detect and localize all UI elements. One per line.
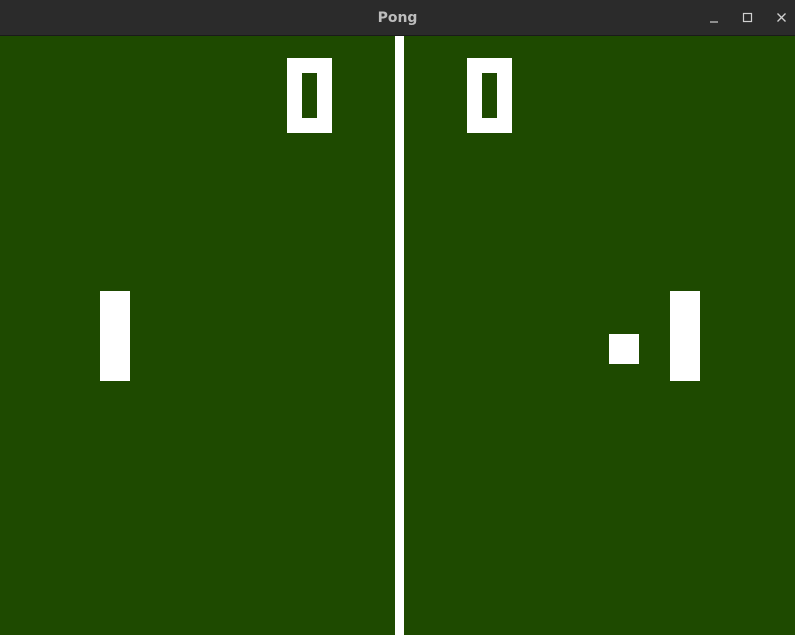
right-paddle[interactable]: [670, 291, 700, 381]
minimize-icon: [710, 21, 718, 23]
app-window: Pong 0 0: [0, 0, 795, 635]
title-bar[interactable]: Pong: [0, 0, 795, 36]
left-paddle[interactable]: [100, 291, 130, 381]
minimize-button[interactable]: [702, 6, 726, 30]
maximize-button[interactable]: [736, 6, 760, 30]
close-button[interactable]: [770, 6, 794, 30]
close-icon: [777, 13, 786, 22]
digit-zero-right: [467, 58, 512, 133]
center-net: [395, 36, 404, 635]
digit-zero-left: [287, 58, 332, 133]
maximize-icon: [742, 12, 753, 23]
right-score: 0: [467, 58, 512, 133]
window-title: Pong: [377, 10, 418, 26]
ball: [609, 334, 639, 364]
game-field[interactable]: 0 0: [0, 36, 795, 635]
left-score: 0: [287, 58, 332, 133]
